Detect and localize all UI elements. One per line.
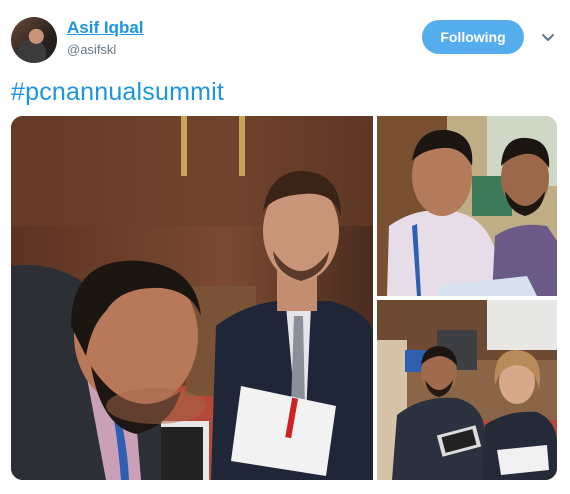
photo-table-group-bottom-right[interactable] (377, 300, 557, 480)
photo-selfie-top-right[interactable] (377, 116, 557, 296)
photo-selfie-main-image (11, 116, 373, 480)
hashtag-link[interactable]: #pcnannualsummit (11, 78, 224, 107)
following-button[interactable]: Following (422, 20, 524, 54)
media-grid (11, 116, 557, 480)
chevron-down-icon[interactable] (540, 29, 556, 45)
photo-selfie-top-right-image (377, 116, 557, 296)
user-handle: @asifskl (67, 42, 117, 57)
tweet-header: Asif Iqbal @asifskl Following (0, 0, 570, 70)
photo-selfie-main[interactable] (11, 116, 373, 480)
avatar[interactable] (11, 17, 57, 63)
display-name-link[interactable]: Asif Iqbal (67, 18, 144, 38)
photo-table-group-bottom-right-image (377, 300, 557, 480)
